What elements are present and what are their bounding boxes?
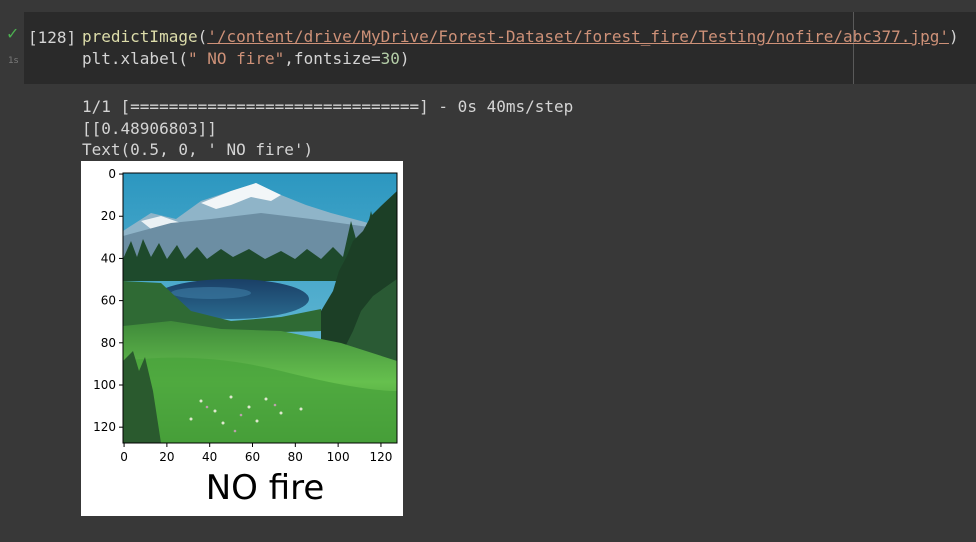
execution-duration: 1s bbox=[8, 56, 19, 66]
figure-svg: 0 20 40 60 80 100 120 0 20 40 60 80 100 120 NO fire bbox=[93, 167, 398, 508]
y-tick-label: 120 bbox=[93, 420, 116, 434]
x-tick-label: 20 bbox=[159, 450, 174, 464]
y-tick-label: 100 bbox=[93, 378, 116, 392]
fontsize-value: 30 bbox=[380, 49, 400, 68]
notebook-top-strip bbox=[0, 0, 976, 12]
check-icon: ✓ bbox=[6, 24, 20, 43]
x-tick-label: 80 bbox=[288, 450, 303, 464]
x-tick-label: 0 bbox=[120, 450, 128, 464]
progress-line: 1/1 [==============================] - 0… bbox=[82, 97, 574, 116]
y-tick-label: 20 bbox=[101, 209, 116, 223]
label-string: " NO fire" bbox=[187, 49, 285, 68]
text-repr-line: Text(0.5, 0, ' NO fire') bbox=[82, 140, 314, 159]
y-axis-ticks: 0 20 40 60 80 100 120 bbox=[93, 167, 123, 434]
x-tick-label: 40 bbox=[202, 450, 217, 464]
prediction-line: [[0.48906803]] bbox=[82, 118, 217, 138]
matplotlib-figure: 0 20 40 60 80 100 120 0 20 40 60 80 100 120 NO fire bbox=[81, 161, 403, 516]
execution-count: [128] bbox=[28, 28, 77, 47]
function-name: predictImage bbox=[82, 27, 198, 46]
y-tick-label: 60 bbox=[101, 294, 116, 308]
x-axis-label: NO fire bbox=[206, 468, 325, 508]
y-tick-label: 40 bbox=[101, 251, 116, 265]
y-tick-label: 80 bbox=[101, 336, 116, 350]
x-axis-ticks: 0 20 40 60 80 100 120 bbox=[120, 443, 392, 464]
x-tick-label: 60 bbox=[245, 450, 260, 464]
cell-gutter: ✓ 1s bbox=[0, 12, 24, 67]
file-path-string[interactable]: '/content/drive/MyDrive/Forest-Dataset/f… bbox=[207, 27, 949, 46]
x-tick-label: 120 bbox=[369, 450, 392, 464]
fontsize-arg: ,fontsize= bbox=[284, 49, 381, 68]
cell-output: 1/1 [==============================] - 0… bbox=[82, 96, 573, 161]
close-paren: ) bbox=[399, 49, 410, 68]
code-line-2: plt.xlabel(" NO fire",fontsize=30) bbox=[82, 49, 410, 68]
code-line-1: predictImage('/content/drive/MyDrive/For… bbox=[82, 27, 959, 46]
xlabel-call: plt.xlabel( bbox=[82, 49, 188, 68]
open-paren: ( bbox=[197, 27, 208, 46]
landscape-image bbox=[123, 173, 397, 443]
x-tick-label: 100 bbox=[327, 450, 350, 464]
y-tick-label: 0 bbox=[108, 167, 116, 181]
code-content[interactable]: predictImage('/content/drive/MyDrive/For… bbox=[82, 26, 959, 70]
close-paren: ) bbox=[948, 27, 959, 46]
